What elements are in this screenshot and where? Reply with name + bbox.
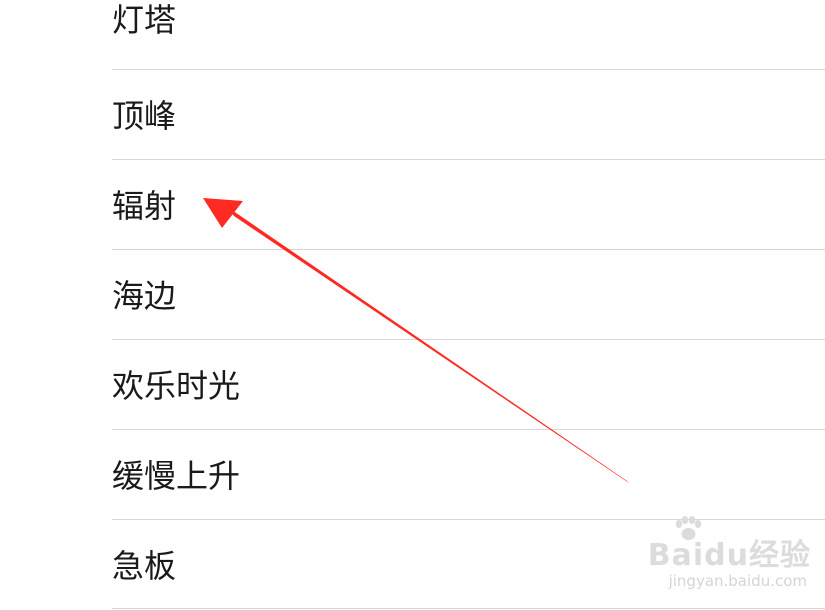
list-item-summit[interactable]: 顶峰	[112, 70, 825, 160]
list-item-happy-time[interactable]: 欢乐时光	[112, 340, 825, 430]
list-item-by-the-sea[interactable]: 海边	[112, 250, 825, 340]
list-item-label: 顶峰	[112, 97, 177, 135]
list-item-slow-rise[interactable]: 缓慢上升	[112, 430, 825, 520]
watermark-brand: Baidu经验	[647, 538, 811, 573]
list-item-label: 欢乐时光	[112, 367, 241, 405]
baidu-jingyan-watermark: Baidu经验 jingyan.baidu.com	[621, 516, 811, 596]
list-item-lighthouse[interactable]: 灯塔	[112, 0, 825, 70]
watermark-url: jingyan.baidu.com	[668, 572, 807, 590]
list-item-label: 灯塔	[112, 1, 177, 39]
list-item-label: 辐射	[112, 187, 177, 225]
list-item-label: 缓慢上升	[112, 457, 241, 495]
list-item-label: 海边	[112, 277, 177, 315]
list-divider	[112, 608, 825, 609]
list-item-label: 急板	[112, 547, 177, 585]
list-item-radiate[interactable]: 辐射	[112, 160, 825, 250]
